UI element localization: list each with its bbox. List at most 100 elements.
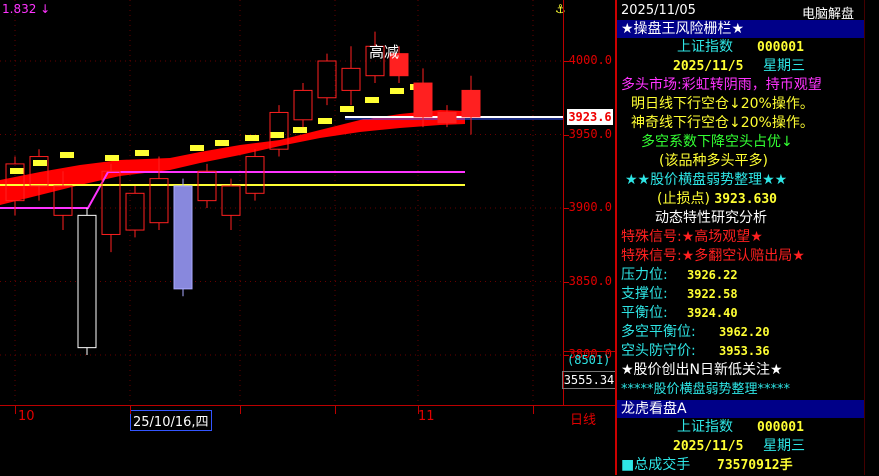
y-tick-label: 4000.0 (568, 53, 612, 67)
signal-bar (318, 118, 332, 124)
stop-value: 3923.630 (714, 192, 778, 207)
candle-body (437, 111, 457, 124)
date-row: 2025/11/5 星期三 (621, 57, 867, 76)
signal-bar (365, 97, 379, 103)
y-tick-mark (564, 134, 569, 136)
index-name: 上证指数 (677, 39, 733, 55)
level-row: 支撑位: 3922.58 (621, 285, 867, 304)
panel-date: 2025/11/05 (621, 3, 696, 18)
y-tick-label: 3950.0 (568, 126, 612, 141)
date-value: 2025/11/5 (673, 59, 744, 74)
level-label: 压力位: (621, 267, 668, 283)
market-status: 多头市场:彩虹转阴雨，持币观望 (621, 77, 822, 93)
trend-line: ★★股价横盘弱势整理★★ (625, 172, 788, 188)
signal1-value: ★高场观望★ (681, 229, 763, 245)
signal-bar (390, 88, 404, 94)
signal-bar (60, 152, 74, 158)
signal-bar (105, 155, 119, 161)
research-line: 动态特性研究分析 (655, 210, 767, 226)
signal-bar (10, 168, 24, 174)
date-row-2: 2025/11/5 星期三 (621, 437, 867, 456)
candle-body (341, 67, 361, 91)
y-tick-label: 3900.0 (568, 200, 612, 214)
current-price-box: 3923.6 (567, 109, 613, 125)
section-title-risk-fence[interactable]: ★操盘王风险栅栏★ (617, 20, 865, 38)
newlow-line: ★股价创出N日新低关注★ (621, 362, 783, 378)
total-volume-row: ■总成交手 73570912手 (621, 456, 867, 475)
level-value: 3962.20 (719, 325, 770, 339)
candle-body (245, 156, 265, 194)
price-axis: 4000.0 3950.0 3900.0 3850.0 3800.0 (563, 0, 616, 405)
index-name: 上证指数 (677, 419, 733, 435)
candle-body (293, 89, 313, 121)
index-row: 上证指数 000001 (621, 38, 867, 57)
weekday-value: 星期三 (763, 438, 805, 454)
volume-box: (8501) 3555.34 (562, 351, 616, 390)
level-label: 支撑位: (621, 286, 668, 302)
section-title-longhu[interactable]: 龙虎看盘A (617, 400, 865, 418)
candle-body (125, 192, 145, 231)
level-label: 空头防守价: (621, 343, 696, 359)
kline-svg (0, 0, 563, 429)
paren-line: (该品种多头平多) (659, 153, 768, 169)
x-label-selected-date[interactable]: 25/10/16,四 (130, 410, 212, 431)
signal-row-2: 特殊信号:★多翻空认赔出局★ (621, 247, 867, 266)
index-code: 000001 (757, 40, 804, 55)
signal-bar (270, 132, 284, 138)
volume-value: 3555.34 (562, 371, 616, 389)
level-value: 3922.58 (687, 287, 738, 301)
y-tick-mark (564, 208, 569, 209)
level-value: 3926.22 (687, 268, 738, 282)
candle-body (221, 185, 241, 216)
panel-header: 2025/11/05 电脑解盘 (617, 2, 865, 22)
kline-chart[interactable]: 1.832 ↓ 高减 ⚓ (0, 0, 566, 429)
signal-bar (190, 145, 204, 151)
signal-bar (245, 135, 259, 141)
candle-body (413, 82, 433, 118)
top-left-price: 1.832 ↓ (2, 2, 51, 16)
volume-label: (8501) (567, 353, 611, 367)
level-label: 平衡位: (621, 305, 668, 321)
weekday-value: 星期三 (763, 58, 805, 74)
date-value: 2025/11/5 (673, 439, 744, 454)
candle-body (461, 89, 481, 118)
duokong-line: 多空系数下降空头占优↓ (641, 134, 793, 150)
signal-bar (340, 106, 354, 112)
panel-scrollbar[interactable] (864, 0, 879, 475)
candle-body (173, 185, 193, 290)
y-tick-mark (564, 281, 569, 283)
time-axis: 10 25/10/16,四 11 日线 (0, 405, 615, 476)
stop-label: (止损点) (657, 191, 710, 207)
signal1-label: 特殊信号: (621, 229, 682, 245)
shenqi-line: 神奇线下行空仓↓20%操作。 (631, 115, 814, 131)
level-row: 平衡位: 3924.40 (621, 304, 867, 323)
total-volume-label: ■总成交手 (621, 457, 691, 473)
stop-row: (止损点) 3923.630 (657, 190, 879, 209)
level-label: 多空平衡位: (621, 324, 696, 340)
y-tick-mark (564, 61, 569, 62)
weak-line: *****股价横盘弱势整理***** (621, 382, 791, 397)
level-row: 多空平衡位: 3962.20 (621, 323, 867, 342)
mingri-line: 明日线下行空仓↓20%操作。 (631, 96, 814, 112)
level-value: 3953.36 (719, 344, 770, 358)
signal-bar (215, 140, 229, 146)
analysis-panel: 2025/11/05 电脑解盘 ★操盘王风险栅栏★ 上证指数 000001 20… (615, 0, 879, 475)
index-row-2: 上证指数 000001 (621, 418, 867, 437)
signal-bar (135, 150, 149, 156)
signal-bar (33, 160, 47, 166)
level-row: 压力位: 3926.22 (621, 266, 867, 285)
annotation-label: 高减 (369, 43, 400, 61)
signal2-label: 特殊信号: (621, 248, 682, 264)
level-row: 空头防守价: 3953.36 (621, 342, 867, 361)
candle-body (101, 170, 121, 235)
x-label-11: 11 (418, 409, 435, 424)
signal-bar (293, 127, 307, 133)
total-volume-value: 73570912手 (717, 458, 793, 473)
signal2-value: ★多翻空认赔出局★ (681, 248, 805, 264)
period-label[interactable]: 日线 (570, 409, 596, 428)
x-label-10: 10 (18, 409, 35, 424)
index-code: 000001 (757, 420, 804, 435)
signal-row-1: 特殊信号:★高场观望★ (621, 228, 867, 247)
candle-body (317, 60, 337, 99)
y-tick-label: 3850.0 (568, 273, 612, 288)
